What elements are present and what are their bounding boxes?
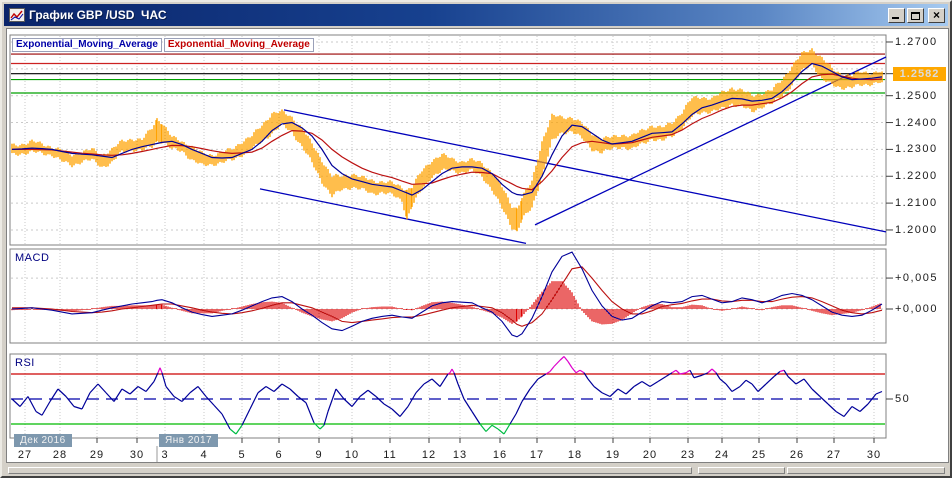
month-label-dec2016: Дек 2016 — [14, 434, 72, 447]
chart-canvas[interactable] — [2, 2, 952, 478]
month-label-jan2017: Янв 2017 — [159, 434, 219, 447]
pane-splitter-2[interactable] — [698, 467, 785, 474]
app-window: График GBP /USD ЧАС × 1.2700 1.2500 1.2400… — [0, 0, 952, 478]
ema-legend-fast[interactable]: Exponential_Moving_Average — [12, 38, 162, 52]
pane-splitter-3[interactable] — [787, 467, 945, 474]
ema-legend-slow[interactable]: Exponential_Moving_Average — [163, 38, 314, 52]
pane-splitter-1[interactable] — [8, 467, 692, 474]
bottom-strip — [6, 463, 949, 476]
current-price-badge: 1.2582 — [893, 67, 946, 81]
indicator-legend: Exponential_Moving_Average Exponential_M… — [12, 38, 314, 52]
macd-pane-label: MACD — [15, 252, 50, 264]
rsi-pane-label: RSI — [15, 357, 35, 369]
